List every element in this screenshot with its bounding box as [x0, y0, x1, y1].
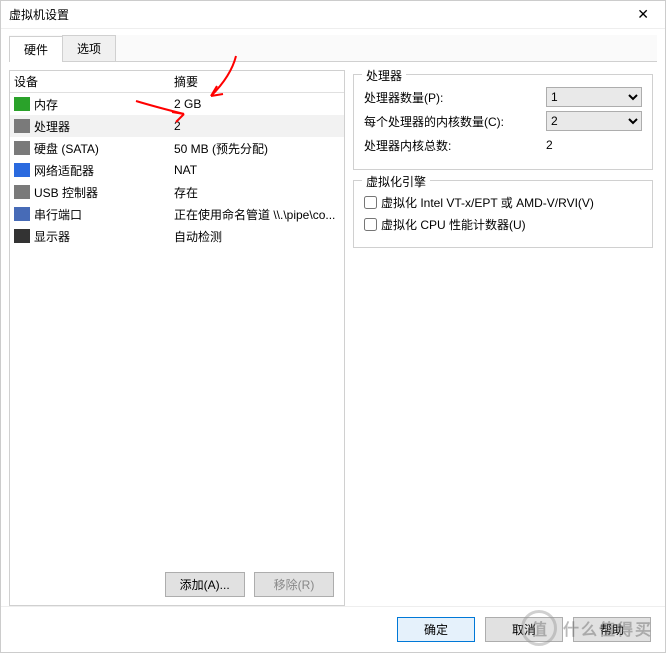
- tab-options[interactable]: 选项: [62, 35, 116, 61]
- device-name: 处理器: [34, 118, 70, 135]
- device-summary: NAT: [174, 163, 344, 177]
- device-icon: [14, 207, 30, 221]
- device-icon: [14, 97, 30, 111]
- device-summary: 2: [174, 119, 344, 133]
- list-item[interactable]: 处理器 2: [10, 115, 344, 137]
- device-summary: 正在使用命名管道 \\.\pipe\co...: [174, 206, 344, 223]
- settings-pane: 处理器 处理器数量(P): 1 每个处理器的内核数量(C): 2 处理器内核总数…: [353, 70, 657, 606]
- device-name: 内存: [34, 96, 58, 113]
- device-summary: 50 MB (预先分配): [174, 140, 344, 157]
- list-item[interactable]: USB 控制器 存在: [10, 181, 344, 203]
- tab-hardware[interactable]: 硬件: [9, 36, 63, 62]
- window-title: 虚拟机设置: [9, 6, 69, 23]
- device-buttons: 添加(A)... 移除(R): [10, 564, 344, 605]
- device-icon: [14, 141, 30, 155]
- cancel-button[interactable]: 取消: [485, 617, 563, 642]
- device-name: 网络适配器: [34, 162, 94, 179]
- header-summary: 摘要: [174, 73, 344, 90]
- list-item[interactable]: 串行端口 正在使用命名管道 \\.\pipe\co...: [10, 203, 344, 225]
- cpu-counter-checkbox-row[interactable]: 虚拟化 CPU 性能计数器(U): [364, 213, 642, 235]
- dialog-footer: 确定 取消 帮助: [1, 606, 665, 652]
- total-cores-label: 处理器内核总数:: [364, 137, 546, 154]
- cpu-counter-label: 虚拟化 CPU 性能计数器(U): [381, 216, 526, 233]
- titlebar: 虚拟机设置 ✕: [1, 1, 665, 29]
- device-summary: 2 GB: [174, 97, 344, 111]
- device-list-header: 设备 摘要: [10, 71, 344, 93]
- vtx-label: 虚拟化 Intel VT-x/EPT 或 AMD-V/RVI(V): [381, 194, 594, 211]
- device-summary: 存在: [174, 184, 344, 201]
- list-item[interactable]: 网络适配器 NAT: [10, 159, 344, 181]
- device-icon: [14, 229, 30, 243]
- device-name: 硬盘 (SATA): [34, 140, 99, 157]
- proc-count-label: 处理器数量(P):: [364, 89, 546, 106]
- add-button[interactable]: 添加(A)...: [165, 572, 245, 597]
- cpu-counter-checkbox[interactable]: [364, 218, 377, 231]
- cores-label: 每个处理器的内核数量(C):: [364, 113, 546, 130]
- dialog-body: 设备 摘要 内存 2 GB 处理器 2 硬盘 (SATA) 50 MB (预先分配) 网络适…: [1, 62, 665, 606]
- virtualization-group: 虚拟化引擎 虚拟化 Intel VT-x/EPT 或 AMD-V/RVI(V) …: [353, 180, 653, 248]
- device-name: 显示器: [34, 228, 70, 245]
- device-summary: 自动检测: [174, 228, 344, 245]
- tab-bar: 硬件 选项: [9, 35, 657, 62]
- list-item[interactable]: 显示器 自动检测: [10, 225, 344, 247]
- help-button[interactable]: 帮助: [573, 617, 651, 642]
- proc-count-select[interactable]: 1: [546, 87, 642, 107]
- list-item[interactable]: 内存 2 GB: [10, 93, 344, 115]
- device-name: USB 控制器: [34, 184, 98, 201]
- device-name: 串行端口: [34, 206, 82, 223]
- processor-group: 处理器 处理器数量(P): 1 每个处理器的内核数量(C): 2 处理器内核总数…: [353, 74, 653, 170]
- vtx-checkbox-row[interactable]: 虚拟化 Intel VT-x/EPT 或 AMD-V/RVI(V): [364, 191, 642, 213]
- device-icon: [14, 163, 30, 177]
- vtx-checkbox[interactable]: [364, 196, 377, 209]
- header-device: 设备: [14, 73, 174, 90]
- ok-button[interactable]: 确定: [397, 617, 475, 642]
- device-list: 内存 2 GB 处理器 2 硬盘 (SATA) 50 MB (预先分配) 网络适配器 NAT U…: [10, 93, 344, 564]
- close-icon[interactable]: ✕: [629, 2, 657, 27]
- vm-settings-window: 虚拟机设置 ✕ 硬件 选项 设备 摘要 内存 2 GB 处理器 2 硬盘 (SATA) 5…: [0, 0, 666, 653]
- device-list-pane: 设备 摘要 内存 2 GB 处理器 2 硬盘 (SATA) 50 MB (预先分配) 网络适…: [9, 70, 345, 606]
- virtualization-group-title: 虚拟化引擎: [362, 173, 430, 190]
- cores-select[interactable]: 2: [546, 111, 642, 131]
- total-cores-value: 2: [546, 138, 642, 152]
- list-item[interactable]: 硬盘 (SATA) 50 MB (预先分配): [10, 137, 344, 159]
- device-icon: [14, 119, 30, 133]
- remove-button[interactable]: 移除(R): [254, 572, 334, 597]
- device-icon: [14, 185, 30, 199]
- processor-group-title: 处理器: [362, 67, 406, 84]
